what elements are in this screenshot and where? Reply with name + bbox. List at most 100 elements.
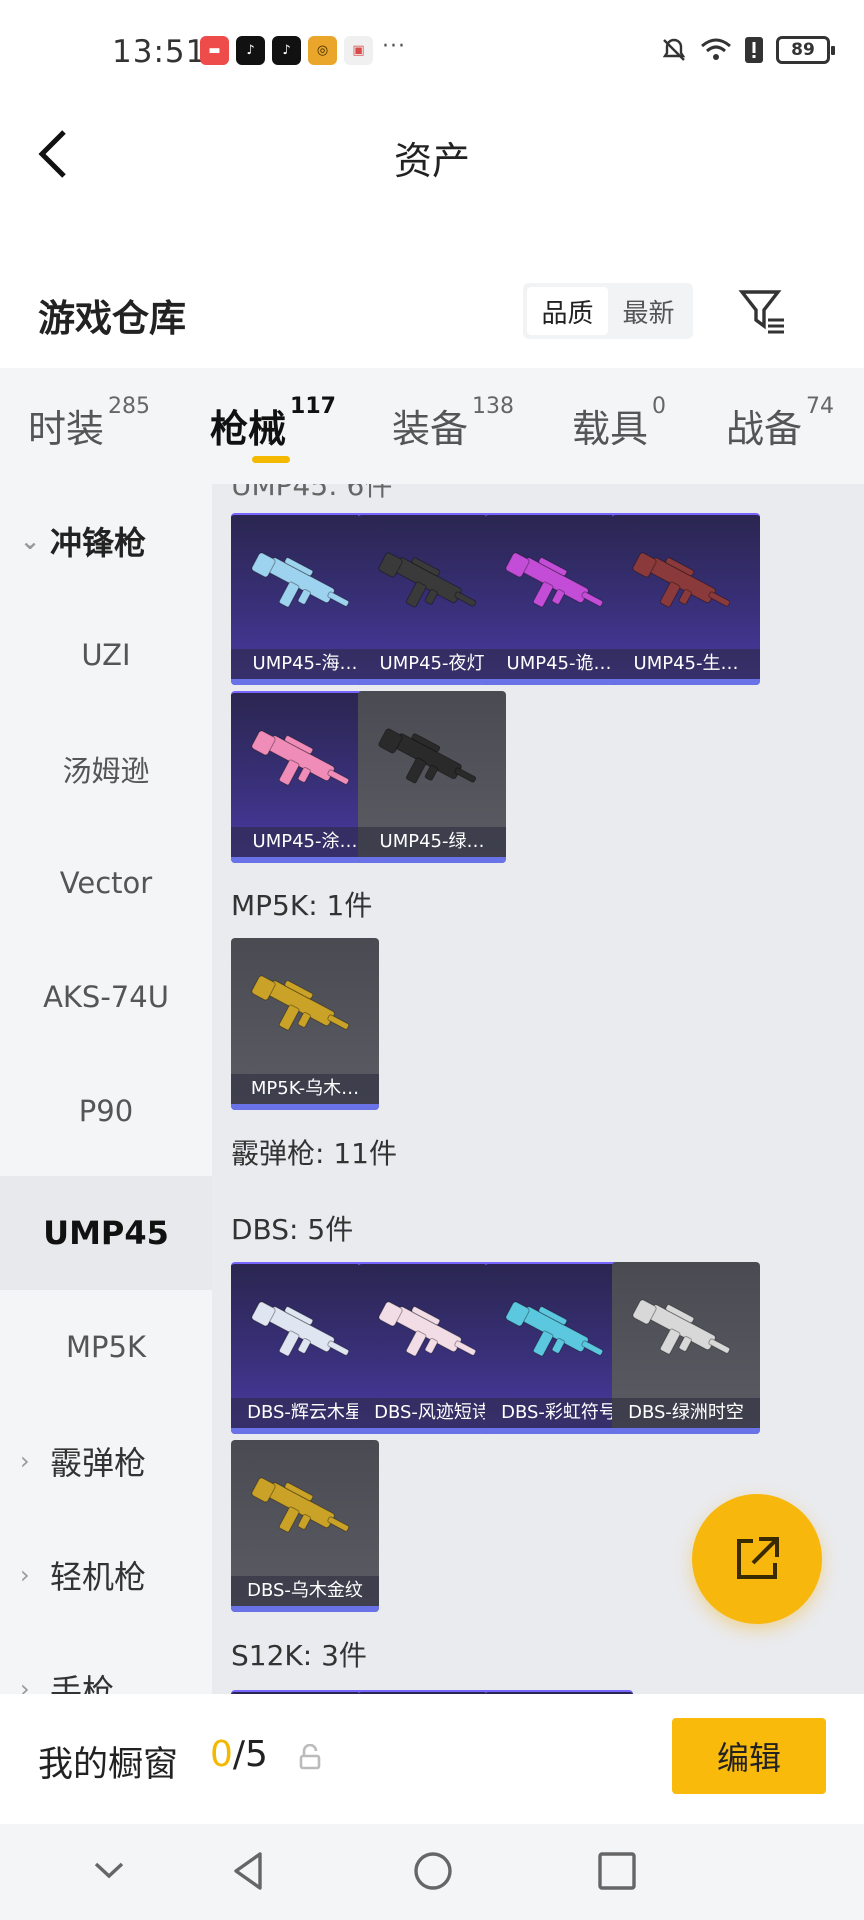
weapon-name: DBS-绿洲时空 [612,1398,760,1428]
weapon-card[interactable]: MP5K-乌木… [231,938,379,1110]
tab-label: 战备 [726,407,803,451]
sort-quality-button[interactable]: 品质 [527,287,608,335]
weapon-image [251,1477,350,1533]
weapon-image [632,1299,731,1355]
group-label-dbs: DBS: 5件 [231,1213,354,1246]
tab-equipment[interactable]: 装备138 [392,394,514,453]
nav-home-icon[interactable] [408,1846,458,1896]
lock-icon [299,1744,321,1770]
sort-newest-button[interactable]: 最新 [608,287,689,335]
showcase-current: 0 [210,1734,233,1775]
weapon-type-sidebar: ⌄ 冲锋枪 UZI 汤姆逊 Vector AKS-74U P90 UMP45 M… [0,484,212,1694]
card-quality-bar [612,679,760,685]
category-label: 霰弹枪 [50,1444,147,1482]
sidebar-item-aks74u[interactable]: AKS-74U [0,940,212,1054]
weapon-card[interactable]: UMP45-海… [231,513,379,685]
sidebar-category-shotgun[interactable]: › 霰弹枪 [0,1404,212,1518]
sidebar-item-mp5k[interactable]: MP5K [0,1290,212,1404]
sort-toggle: 品质 最新 [523,283,693,339]
game-app-icon: ◎ [308,36,337,65]
tab-supplies[interactable]: 战备74 [726,394,834,453]
app-red-icon: ▬ [200,36,229,65]
category-label: 手枪 [50,1672,115,1694]
sidebar-category-lmg[interactable]: › 轻机枪 [0,1518,212,1632]
app-root: 13:51 ▬ ♪ ♪ ◎ ▣ ··· 89 资产 游戏仓库 品质 最新 时装2… [0,0,864,1920]
share-fab-button[interactable] [692,1494,822,1624]
weapon-image [378,728,477,784]
sidebar-item-p90[interactable]: P90 [0,1054,212,1168]
weapon-image [251,730,350,786]
weapon-image [378,1301,477,1357]
card-quality-bar [231,679,379,685]
sidebar-category-smg[interactable]: ⌄ 冲锋枪 [0,484,212,598]
active-tab-indicator [252,456,290,463]
card-quality-bar [612,1428,760,1434]
weapon-card[interactable]: UMP45-绿… [358,691,506,863]
sidebar-category-pistol[interactable]: › 手枪 [0,1632,212,1694]
edit-button[interactable]: 编辑 [672,1718,826,1794]
tab-guns[interactable]: 枪械117 [210,394,336,453]
card-quality-bar [231,1428,379,1434]
battery-icon: 89 [776,36,835,64]
weapon-card[interactable]: DBS-彩虹符号 [485,1262,633,1434]
weapon-card[interactable]: UMP45-诡… [485,513,633,685]
weapon-card[interactable]: UMP45-涂… [231,691,379,863]
system-nav-bar [0,1824,864,1920]
chevron-right-icon: › [20,1675,30,1694]
weapon-name: DBS-彩虹符号 [485,1398,633,1428]
weapon-name: UMP45-夜灯 [358,649,506,679]
weapon-image [251,975,350,1031]
card-quality-bar [485,1428,633,1434]
card-quality-bar [231,1606,379,1612]
nav-back-icon[interactable] [224,1846,274,1896]
chevron-down-icon: ⌄ [20,527,41,555]
tiktok-icon: ♪ [272,36,301,65]
tab-label: 时装 [28,407,105,451]
alert-icon [745,37,763,63]
weapon-image [251,552,350,608]
category-tabs: 时装285 枪械117 装备138 载具0 战备74 [0,368,864,484]
weapon-card[interactable]: UMP45-夜灯 [358,513,506,685]
card-quality-bar [231,857,379,863]
weapon-name: DBS-风迹短诗 [358,1398,506,1428]
tab-label: 载具 [572,407,649,451]
sidebar-item-thompson[interactable]: 汤姆逊 [0,712,212,826]
nav-recents-icon[interactable] [592,1846,642,1896]
filter-icon[interactable] [738,286,788,336]
weapon-image [632,552,731,608]
tab-count: 138 [472,394,515,419]
status-time: 13:51 [112,34,207,70]
sidebar-item-ump45[interactable]: UMP45 [0,1176,212,1290]
group-label-shotgun: 霰弹枪: 11件 [231,1137,397,1170]
tiktok-icon: ♪ [236,36,265,65]
group-label-s12k: S12K: 3件 [231,1639,367,1672]
tab-count: 285 [108,394,151,419]
weapon-card[interactable]: DBS-绿洲时空 [612,1262,760,1434]
weapon-image [251,1301,350,1357]
status-right: 89 [660,36,835,64]
tab-fashion[interactable]: 时装285 [28,394,150,453]
group-label-ump45: UMP45: 6件 [231,484,393,502]
tab-count: 74 [806,394,835,419]
weapon-card[interactable]: UMP45-生… [612,513,760,685]
weapon-card[interactable]: DBS-乌木金纹 [231,1440,379,1612]
sidebar-item-uzi[interactable]: UZI [0,598,212,712]
warehouse-title: 游戏仓库 [38,297,186,340]
tab-count: 117 [290,394,336,419]
weapon-image [505,552,604,608]
weapon-card[interactable]: DBS-辉云木星 [231,1262,379,1434]
weapon-card[interactable]: DBS-风迹短诗 [358,1262,506,1434]
card-quality-bar [358,857,506,863]
tab-vehicles[interactable]: 载具0 [572,394,666,453]
sidebar-item-vector[interactable]: Vector [0,826,212,940]
gift-app-icon: ▣ [344,36,373,65]
chevron-right-icon: › [20,1561,30,1589]
nav-collapse-icon[interactable] [84,1846,134,1896]
weapon-name: UMP45-海… [231,649,379,679]
weapon-name: UMP45-生… [612,649,760,679]
weapon-name: UMP45-涂… [231,827,379,857]
weapon-name: MP5K-乌木… [231,1074,379,1104]
top-header: 资产 [0,104,864,204]
card-quality-bar [485,679,633,685]
mute-bell-icon [662,38,686,61]
